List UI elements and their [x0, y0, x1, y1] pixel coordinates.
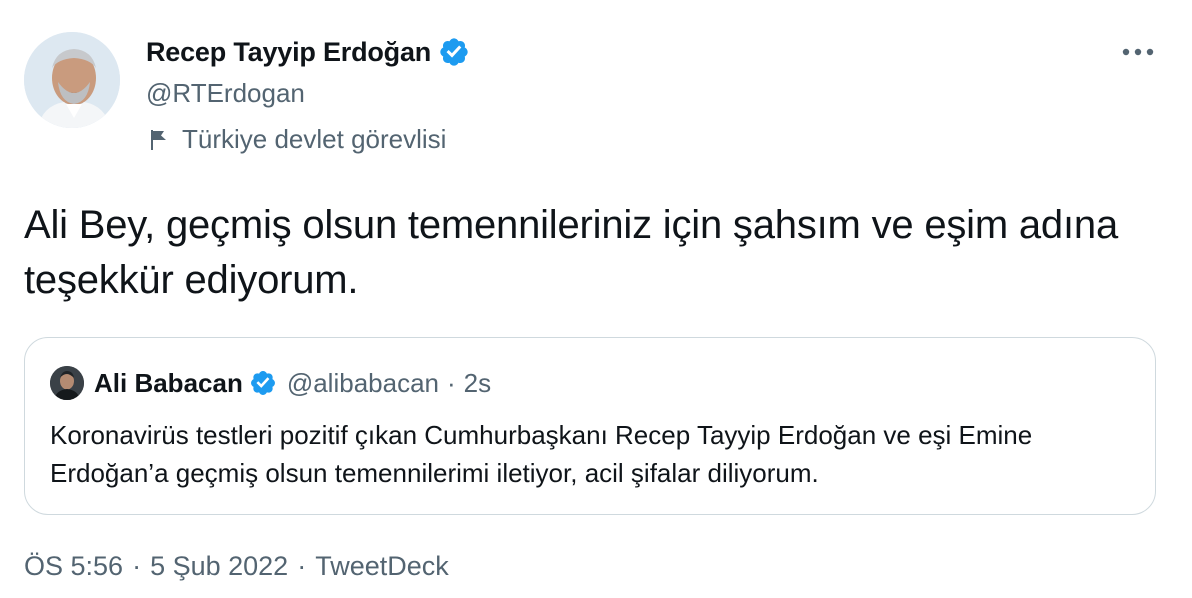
tweet-metadata: ÖS 5:56 · 5 Şub 2022 · TweetDeck — [24, 551, 449, 582]
author-display-name[interactable]: Recep Tayyip Erdoğan — [146, 36, 470, 68]
quoted-verified-badge-icon — [250, 371, 275, 395]
more-options-button[interactable] — [1118, 38, 1158, 66]
affiliation-text: Türkiye devlet görevlisi — [182, 124, 447, 154]
more-dots-icon — [1122, 48, 1154, 56]
meta-separator: · — [132, 551, 142, 581]
quoted-timestamp[interactable]: 2s — [464, 368, 491, 399]
quoted-tweet[interactable]: Ali Babacan @alibabacan · 2s Koronavirüs… — [24, 337, 1156, 515]
author-avatar[interactable] — [24, 32, 120, 128]
quoted-tweet-header: Ali Babacan @alibabacan · 2s — [50, 366, 491, 400]
tweet-text: Ali Bey, geçmiş olsun temennileriniz içi… — [24, 203, 1118, 302]
quoted-handle[interactable]: @alibabacan — [287, 368, 439, 399]
tweet-date[interactable]: 5 Şub 2022 — [150, 551, 288, 582]
meta-separator: · — [297, 551, 307, 581]
quoted-tweet-text: Koronavirüs testleri pozitif çıkan Cumhu… — [50, 420, 1033, 488]
quoted-separator: · — [447, 367, 456, 398]
avatar-photo — [24, 32, 120, 128]
verified-badge-icon — [440, 38, 468, 66]
quoted-display-name[interactable]: Ali Babacan — [94, 368, 243, 399]
quoted-author-avatar[interactable] — [50, 366, 84, 400]
author-handle[interactable]: @RTErdogan — [146, 78, 305, 109]
tweet-time[interactable]: ÖS 5:56 — [24, 551, 123, 582]
tweet-source[interactable]: TweetDeck — [315, 551, 449, 582]
author-name-text[interactable]: Recep Tayyip Erdoğan — [146, 37, 431, 68]
affiliation-label: Türkiye devlet görevlisi — [146, 124, 446, 155]
flag-icon — [151, 129, 166, 150]
quoted-avatar-photo — [50, 366, 84, 400]
